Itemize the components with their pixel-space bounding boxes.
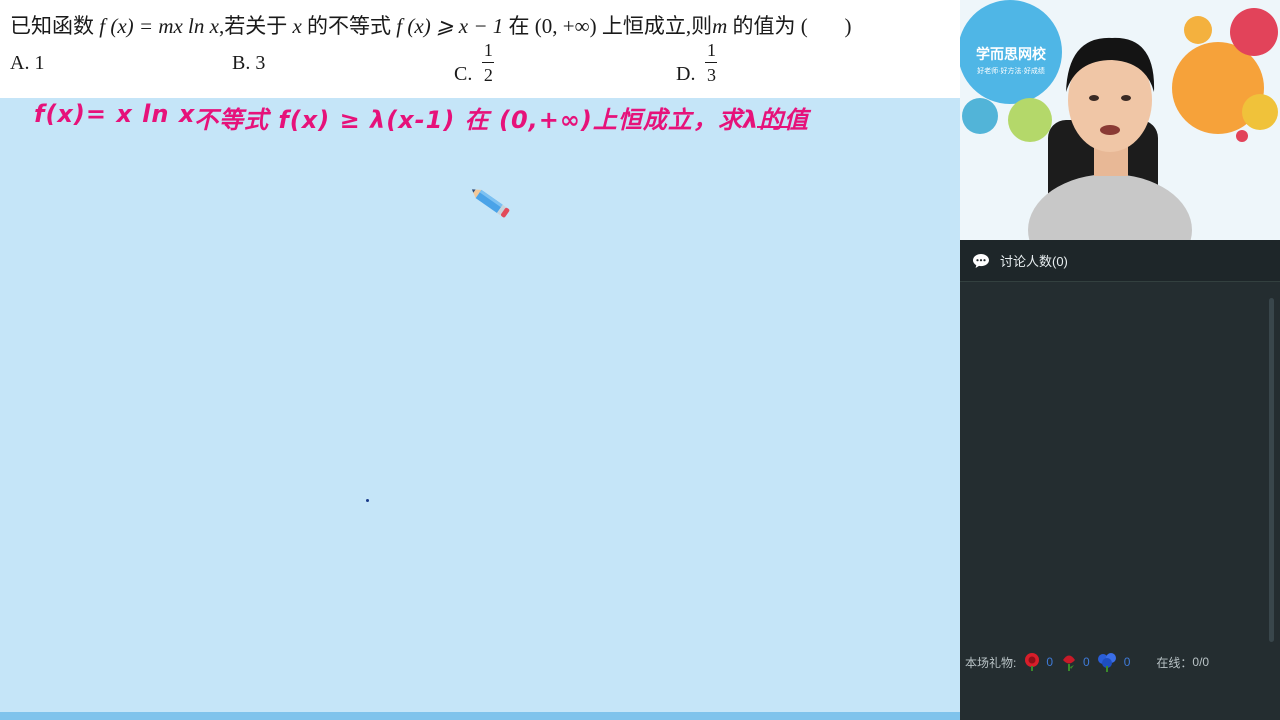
option-b: B. 3 (232, 52, 266, 74)
question-area: 已知函数 f (x) = mx ln x,若关于 x 的不等式 f (x) ⩾ … (0, 0, 960, 98)
discussion-header: 讨论人数(0) (960, 240, 1280, 282)
gifts-label: 本场礼物: (965, 655, 1017, 670)
question-text: 已知函数 f (x) = mx ln x,若关于 x 的不等式 f (x) ⩾ … (10, 10, 852, 40)
chat-bubble-icon (973, 253, 989, 268)
question-mid2: 的不等式 (307, 14, 392, 38)
question-suffix: 的值为 ( (732, 14, 808, 38)
video-logo-subtext: 好老师·好方法·好成绩 (977, 68, 1045, 75)
question-m: m (712, 14, 728, 38)
gifts-footer: 本场礼物: 0 0 0 在线： 0/0 (965, 652, 1209, 672)
fraction-d: 13 (705, 40, 718, 85)
fraction-c: 12 (482, 40, 495, 85)
question-mid3: 在 (508, 14, 530, 38)
online-label: 在线： (1156, 655, 1193, 670)
question-function: f (x) = mx ln x (99, 14, 219, 38)
handwriting-underline (757, 126, 789, 128)
teacher-video-frame (960, 0, 1280, 240)
gift-red-flower[interactable]: 0 (1022, 652, 1053, 672)
option-c: C. 12 (454, 40, 495, 85)
ink-dot (366, 499, 369, 502)
discussion-scrollbar[interactable] (1269, 298, 1274, 642)
video-logo-text: 学而思网校 (976, 46, 1046, 62)
question-mid: ,若关于 (218, 14, 288, 38)
question-interval: (0, +∞) (534, 14, 597, 38)
gift-red-rose[interactable]: 0 (1059, 652, 1090, 672)
red-rose-icon (1063, 655, 1076, 671)
gift-blue-flower[interactable]: 0 (1096, 652, 1130, 672)
pencil-cursor-icon (471, 189, 510, 218)
blue-flower-icon (1097, 653, 1116, 672)
whiteboard[interactable]: 已知函数 f (x) = mx ln x,若关于 x 的不等式 f (x) ⩾ … (0, 0, 960, 720)
question-prefix: 已知函数 (10, 14, 94, 38)
online-count: 0/0 (1192, 655, 1210, 669)
question-close: ) (844, 14, 852, 38)
handwriting-line1: f(x)= x ln x (34, 100, 196, 128)
question-mid4: 上恒成立,则 (601, 14, 713, 38)
question-inequality: f (x) ⩾ x − 1 (396, 14, 504, 38)
discussion-title: 讨论人数(0) (1000, 254, 1068, 269)
option-d: D. 13 (676, 40, 718, 85)
question-variable: x (292, 14, 302, 38)
discussion-panel[interactable]: 本场礼物: 0 0 0 在线： 0/0 (960, 282, 1280, 720)
board-bottom-bar (0, 712, 960, 720)
option-a: A. 1 (10, 52, 45, 74)
video-logo: 学而思网校 好老师·好方法·好成绩 (968, 44, 1054, 76)
handwriting-line2: 不等式 f(x) ≥ λ(x-1) 在 (0,+∞)上恒成立，求λ的值 (194, 106, 810, 134)
teacher-video: 学而思网校 好老师·好方法·好成绩 (960, 0, 1280, 240)
red-flower-icon (1025, 653, 1040, 671)
